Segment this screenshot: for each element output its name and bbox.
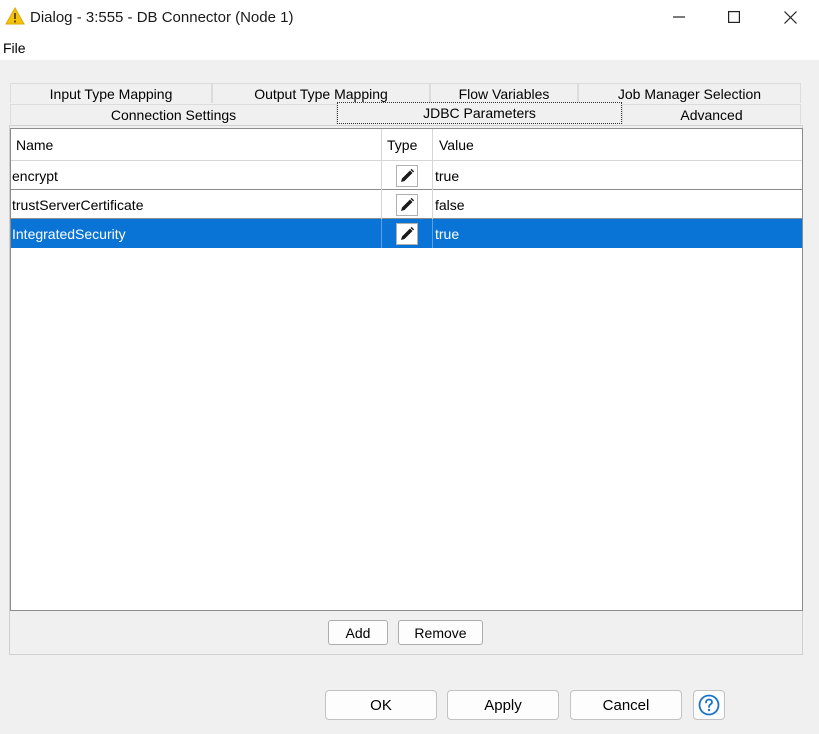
cancel-button[interactable]: Cancel xyxy=(570,690,682,720)
table-row[interactable]: encrypt true xyxy=(11,161,802,190)
pencil-icon[interactable] xyxy=(396,222,418,245)
maximize-button[interactable] xyxy=(707,0,761,34)
warning-triangle-icon xyxy=(5,6,25,25)
type-cell[interactable] xyxy=(381,219,432,248)
pencil-icon[interactable] xyxy=(396,193,418,216)
column-header-type[interactable]: Type xyxy=(381,129,432,160)
apply-button[interactable]: Apply xyxy=(447,690,559,720)
param-value[interactable]: false xyxy=(432,190,802,219)
window-title: Dialog - 3:555 - DB Connector (Node 1) xyxy=(30,9,294,26)
title-bar: Dialog - 3:555 - DB Connector (Node 1) xyxy=(0,0,819,36)
close-button[interactable] xyxy=(763,0,817,34)
minimize-icon xyxy=(673,16,685,18)
pencil-icon[interactable] xyxy=(396,164,418,187)
help-icon xyxy=(698,694,720,716)
remove-button[interactable]: Remove xyxy=(398,620,483,645)
tab-connection-settings[interactable]: Connection Settings xyxy=(10,104,337,124)
column-header-name[interactable]: Name xyxy=(11,129,381,160)
minimize-button[interactable] xyxy=(652,0,706,34)
maximize-icon xyxy=(728,11,740,23)
add-button[interactable]: Add xyxy=(328,620,388,645)
close-icon xyxy=(783,10,797,24)
column-header-value[interactable]: Value xyxy=(432,129,802,160)
menu-file[interactable]: File xyxy=(3,40,26,56)
param-name[interactable]: trustServerCertificate xyxy=(11,190,381,219)
tab-advanced[interactable]: Advanced xyxy=(622,104,801,124)
jdbc-parameters-table[interactable]: Name Type Value encrypt true trustServer… xyxy=(10,128,803,611)
tab-jdbc-parameters[interactable]: JDBC Parameters xyxy=(337,102,622,124)
menu-bar: File xyxy=(0,36,819,60)
param-value[interactable]: true xyxy=(432,161,802,190)
help-button[interactable] xyxy=(693,690,725,720)
tab-output-type-mapping[interactable]: Output Type Mapping xyxy=(212,83,430,103)
table-row[interactable]: trustServerCertificate false xyxy=(11,190,802,219)
table-row-selected[interactable]: IntegratedSecurity true xyxy=(11,219,802,248)
param-name[interactable]: encrypt xyxy=(11,161,381,190)
param-value[interactable]: true xyxy=(432,219,802,248)
table-header: Name Type Value xyxy=(11,129,802,161)
tab-input-type-mapping[interactable]: Input Type Mapping xyxy=(10,83,212,103)
type-cell[interactable] xyxy=(381,190,432,219)
param-name[interactable]: IntegratedSecurity xyxy=(11,219,381,248)
type-cell[interactable] xyxy=(381,161,432,190)
tab-flow-variables[interactable]: Flow Variables xyxy=(430,83,578,103)
tab-job-manager-selection[interactable]: Job Manager Selection xyxy=(578,83,801,103)
ok-button[interactable]: OK xyxy=(325,690,437,720)
